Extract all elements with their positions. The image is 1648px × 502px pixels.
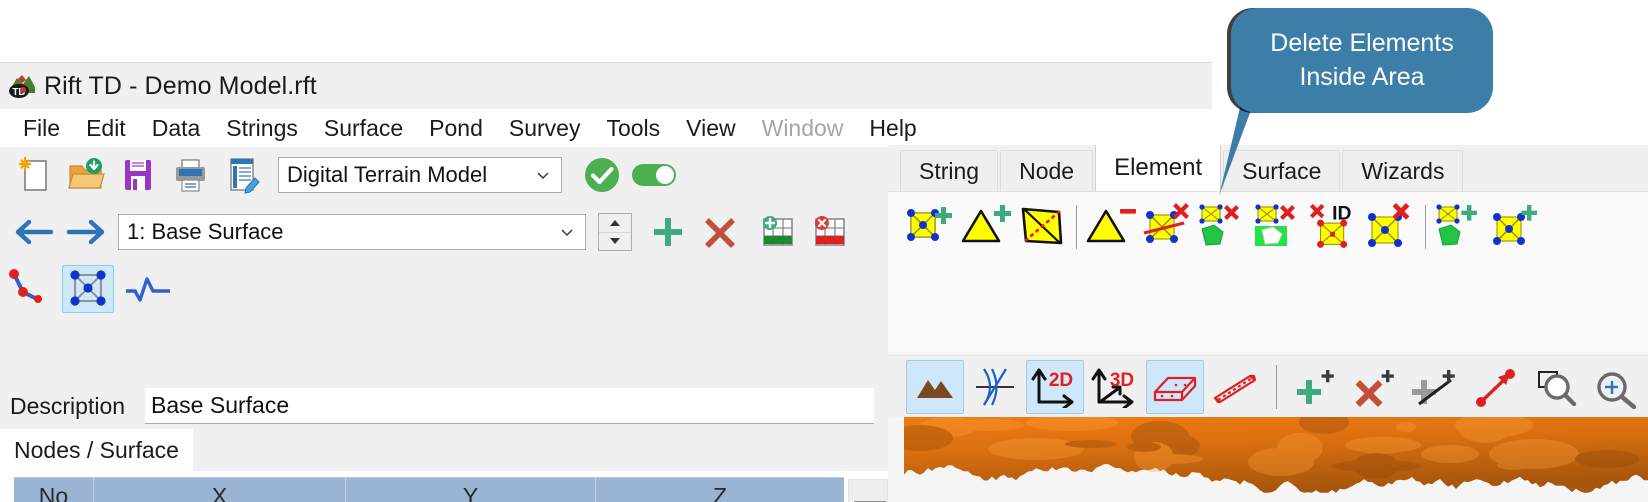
menu-item-surface[interactable]: Surface <box>311 113 416 144</box>
swap-diagonal-button[interactable] <box>1014 198 1070 256</box>
contour-cross-button[interactable] <box>966 360 1024 414</box>
grid-col-x[interactable]: X <box>94 478 346 502</box>
next-surface-button[interactable] <box>60 208 112 256</box>
wedge-button[interactable] <box>1206 360 1264 414</box>
callout-line-1: Delete Elements <box>1270 28 1454 57</box>
app-logo-icon: TD <box>8 71 38 101</box>
view-3d-button[interactable]: 3D <box>1086 360 1144 414</box>
toolbar-separator <box>1076 205 1077 249</box>
tooltip-callout: Delete Elements Inside Area <box>1219 8 1493 196</box>
model-type-combo[interactable]: Digital Terrain Model <box>278 157 562 193</box>
zoom-window-button[interactable] <box>1527 360 1585 414</box>
delete-point-button[interactable] <box>1347 360 1405 414</box>
title-bar: TD Rift TD - Demo Model.rft <box>0 63 1212 109</box>
add-surface-button[interactable] <box>642 208 694 256</box>
menu-item-window: Window <box>761 114 844 141</box>
menu-item-survey[interactable]: Survey <box>496 113 594 144</box>
menu-item-view[interactable]: View <box>673 113 748 144</box>
delete-element-button[interactable] <box>1363 198 1419 256</box>
delete-elements-inside-area-button[interactable] <box>1251 198 1307 256</box>
chevron-down-icon <box>559 224 575 240</box>
tab-wizards[interactable]: Wizards <box>1342 150 1464 191</box>
string-view-button[interactable] <box>4 265 56 313</box>
callout-line-2: Inside Area <box>1299 62 1425 91</box>
view-tool-bar: 2D 3D <box>888 355 1648 417</box>
solid-box-button[interactable] <box>1146 359 1204 414</box>
callout-text: Delete Elements Inside Area <box>1231 8 1493 113</box>
delete-triangle-button[interactable] <box>1083 198 1139 256</box>
display-toggle-switch[interactable] <box>628 151 680 199</box>
surface-select-value: 1: Base Surface <box>127 219 284 244</box>
toolbar-separator <box>1276 364 1277 409</box>
grid-header-row: No X Y Z <box>14 477 844 502</box>
new-file-button[interactable] <box>8 151 60 199</box>
add-point-button[interactable] <box>1287 360 1345 414</box>
view-2d-button[interactable]: 2D <box>1026 359 1084 414</box>
add-point-on-line-button[interactable] <box>1407 360 1465 414</box>
open-file-button[interactable] <box>60 151 112 199</box>
measure-vector-button[interactable] <box>1467 360 1525 414</box>
svg-text:2D: 2D <box>1049 370 1073 391</box>
terrain-preview <box>904 417 1648 502</box>
delete-surface-button[interactable] <box>694 208 746 256</box>
element-toolbar: ID <box>902 196 1544 258</box>
tab-nodes-surface[interactable]: Nodes / Surface <box>0 429 193 471</box>
tab-node[interactable]: Node <box>1000 150 1094 191</box>
description-input[interactable]: Base Surface <box>145 388 874 424</box>
zoom-pan-button[interactable] <box>1587 360 1645 414</box>
toolbar-separator <box>1425 205 1426 249</box>
description-label: Description <box>10 392 126 419</box>
delete-element-line-button[interactable] <box>1139 198 1195 256</box>
terrain-surface-button[interactable] <box>906 359 964 414</box>
menu-item-file[interactable]: File <box>10 113 73 144</box>
surface-select-combo[interactable]: 1: Base Surface <box>118 214 586 250</box>
menu-item-tools[interactable]: Tools <box>593 113 673 144</box>
grid-scroll-corner <box>848 479 888 502</box>
grid-col-z[interactable]: Z <box>596 478 844 502</box>
model-type-value: Digital Terrain Model <box>287 162 488 187</box>
add-triangle-button[interactable] <box>958 198 1014 256</box>
apply-check-button[interactable] <box>576 151 628 199</box>
menu-item-pond[interactable]: Pond <box>416 113 496 144</box>
chevron-down-icon <box>535 167 551 183</box>
delete-table-row-button[interactable] <box>804 208 856 256</box>
menu-item-edit[interactable]: Edit <box>73 113 139 144</box>
save-file-button[interactable] <box>112 151 164 199</box>
menu-item-help[interactable]: Help <box>856 113 929 144</box>
stepper-down-button[interactable] <box>599 232 631 250</box>
tab-string[interactable]: String <box>900 150 999 191</box>
surface-index-stepper[interactable] <box>598 213 632 251</box>
menu-item-strings[interactable]: Strings <box>213 113 311 144</box>
add-table-row-button[interactable] <box>752 208 804 256</box>
window-title: Rift TD - Demo Model.rft <box>44 71 317 100</box>
add-element-area-button[interactable] <box>1432 198 1488 256</box>
profile-wave-button[interactable] <box>122 265 174 313</box>
ribbon-body: ID <box>888 191 1648 352</box>
stepper-up-button[interactable] <box>599 214 631 233</box>
edit-report-button[interactable] <box>216 151 268 199</box>
add-element-button[interactable] <box>902 198 958 256</box>
grid-col-y[interactable]: Y <box>346 478 596 502</box>
node-mesh-view-button[interactable] <box>62 265 114 313</box>
add-element-region-button[interactable] <box>1488 198 1544 256</box>
screenshot-root: TD Rift TD - Demo Model.rft File Edit Da… <box>0 0 1648 502</box>
delete-elements-by-id-button[interactable]: ID <box>1307 198 1363 256</box>
print-button[interactable] <box>164 151 216 199</box>
svg-text:3D: 3D <box>1110 370 1134 391</box>
previous-surface-button[interactable] <box>8 208 60 256</box>
menu-bar: File Edit Data Strings Surface Pond Surv… <box>0 109 1212 147</box>
menu-item-data[interactable]: Data <box>139 113 214 144</box>
delete-elements-outside-button[interactable] <box>1195 198 1251 256</box>
grid-col-no[interactable]: No <box>14 478 94 502</box>
